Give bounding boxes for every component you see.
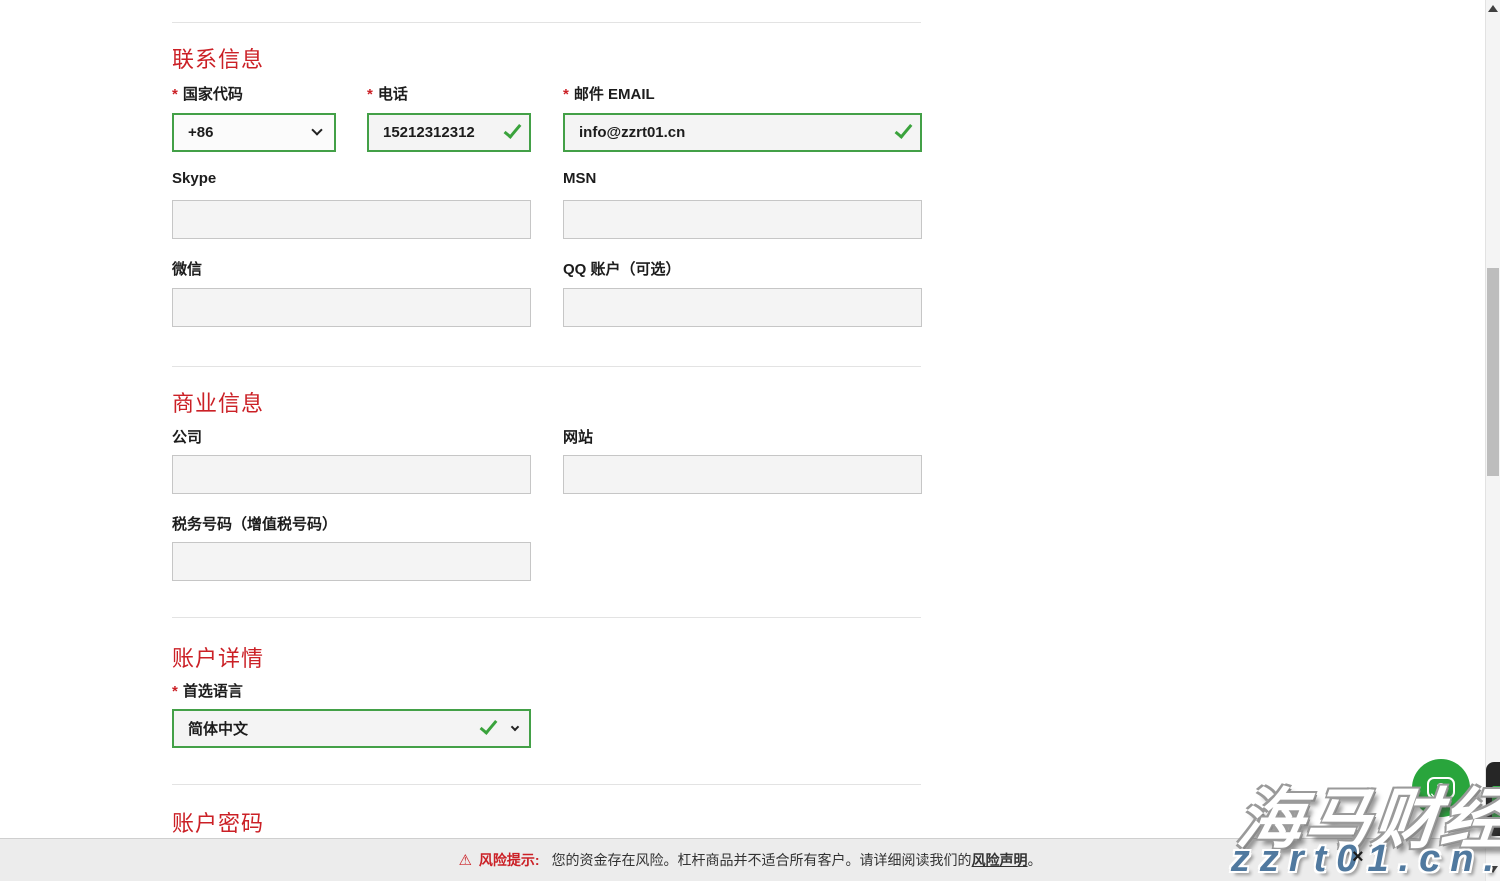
wechat-input[interactable]	[172, 288, 531, 327]
valid-check-icon	[480, 716, 498, 735]
required-asterisk: *	[563, 86, 569, 103]
website-input[interactable]	[563, 455, 922, 494]
skype-input[interactable]	[172, 200, 531, 239]
required-asterisk: *	[172, 683, 178, 700]
phone-field	[367, 113, 531, 152]
preferred-language-select[interactable]: 简体中文	[172, 709, 531, 748]
msn-label: MSN	[563, 170, 596, 187]
section-divider	[172, 22, 921, 23]
company-label: 公司	[172, 426, 202, 447]
close-icon[interactable]: ×	[1352, 847, 1364, 867]
risk-warning-bar: ⚠ 风险提示: 您的资金存在风险。杠杆商品并不适合所有客户。请详细阅读我们的风险…	[0, 838, 1500, 881]
registration-page: 联系信息 *国家代码 *电话 *邮件 EMAIL +86 Skype MSN 微…	[0, 0, 1500, 881]
risk-warning-suffix: 。	[1028, 850, 1042, 870]
phone-screen-icon	[1492, 786, 1500, 820]
required-asterisk: *	[172, 86, 178, 103]
tax-number-label: 税务号码（增值税号码）	[172, 513, 337, 534]
scrollbar-thumb[interactable]	[1487, 268, 1499, 476]
chevron-down-icon	[311, 124, 322, 135]
required-asterisk: *	[367, 86, 373, 103]
scrollbar[interactable]	[1485, 0, 1500, 881]
risk-warning-label: 风险提示:	[479, 850, 540, 870]
company-input[interactable]	[172, 455, 531, 494]
risk-warning-text: 您的资金存在风险。杠杆商品并不适合所有客户。请详细阅读我们的	[552, 850, 972, 870]
section-title-account-password: 账户密码	[172, 806, 264, 838]
country-code-field: +86	[172, 113, 336, 152]
phone-label: *电话	[367, 83, 408, 104]
msn-field	[563, 200, 922, 239]
section-divider	[172, 784, 921, 785]
qq-label: QQ 账户（可选）	[563, 258, 681, 279]
preferred-language-label: *首选语言	[172, 680, 243, 701]
country-code-value: +86	[188, 124, 213, 141]
email-input[interactable]	[563, 113, 922, 152]
section-title-contact: 联系信息	[172, 42, 264, 74]
qq-field	[563, 288, 922, 327]
phone-widget[interactable]	[1486, 762, 1500, 836]
tax-number-input[interactable]	[172, 542, 531, 581]
website-label: 网站	[563, 426, 593, 447]
preferred-language-value: 简体中文	[188, 718, 248, 739]
scroll-down-arrow-icon[interactable]	[1488, 866, 1498, 873]
skype-label: Skype	[172, 170, 216, 187]
preferred-language-field: 简体中文	[172, 709, 531, 748]
skype-field	[172, 200, 531, 239]
email-field	[563, 113, 922, 152]
qq-input[interactable]	[563, 288, 922, 327]
section-divider	[172, 366, 921, 367]
country-code-select[interactable]: +86	[172, 113, 336, 152]
wechat-field	[172, 288, 531, 327]
tax-number-field	[172, 542, 531, 581]
wechat-label: 微信	[172, 258, 202, 279]
warning-icon: ⚠	[458, 851, 471, 869]
section-divider	[172, 617, 921, 618]
section-title-business: 商业信息	[172, 386, 264, 418]
msn-input[interactable]	[563, 200, 922, 239]
scroll-up-arrow-icon[interactable]	[1488, 5, 1498, 12]
chevron-down-icon	[511, 722, 519, 730]
live-chat-button[interactable]: ?	[1412, 759, 1470, 817]
company-field	[172, 455, 531, 494]
risk-statement-link[interactable]: 风险声明	[972, 850, 1028, 870]
question-bubble-icon: ?	[1427, 777, 1455, 799]
website-field	[563, 455, 922, 494]
section-title-account-details: 账户详情	[172, 641, 264, 673]
country-code-label: *国家代码	[172, 83, 243, 104]
email-label: *邮件 EMAIL	[563, 83, 655, 104]
